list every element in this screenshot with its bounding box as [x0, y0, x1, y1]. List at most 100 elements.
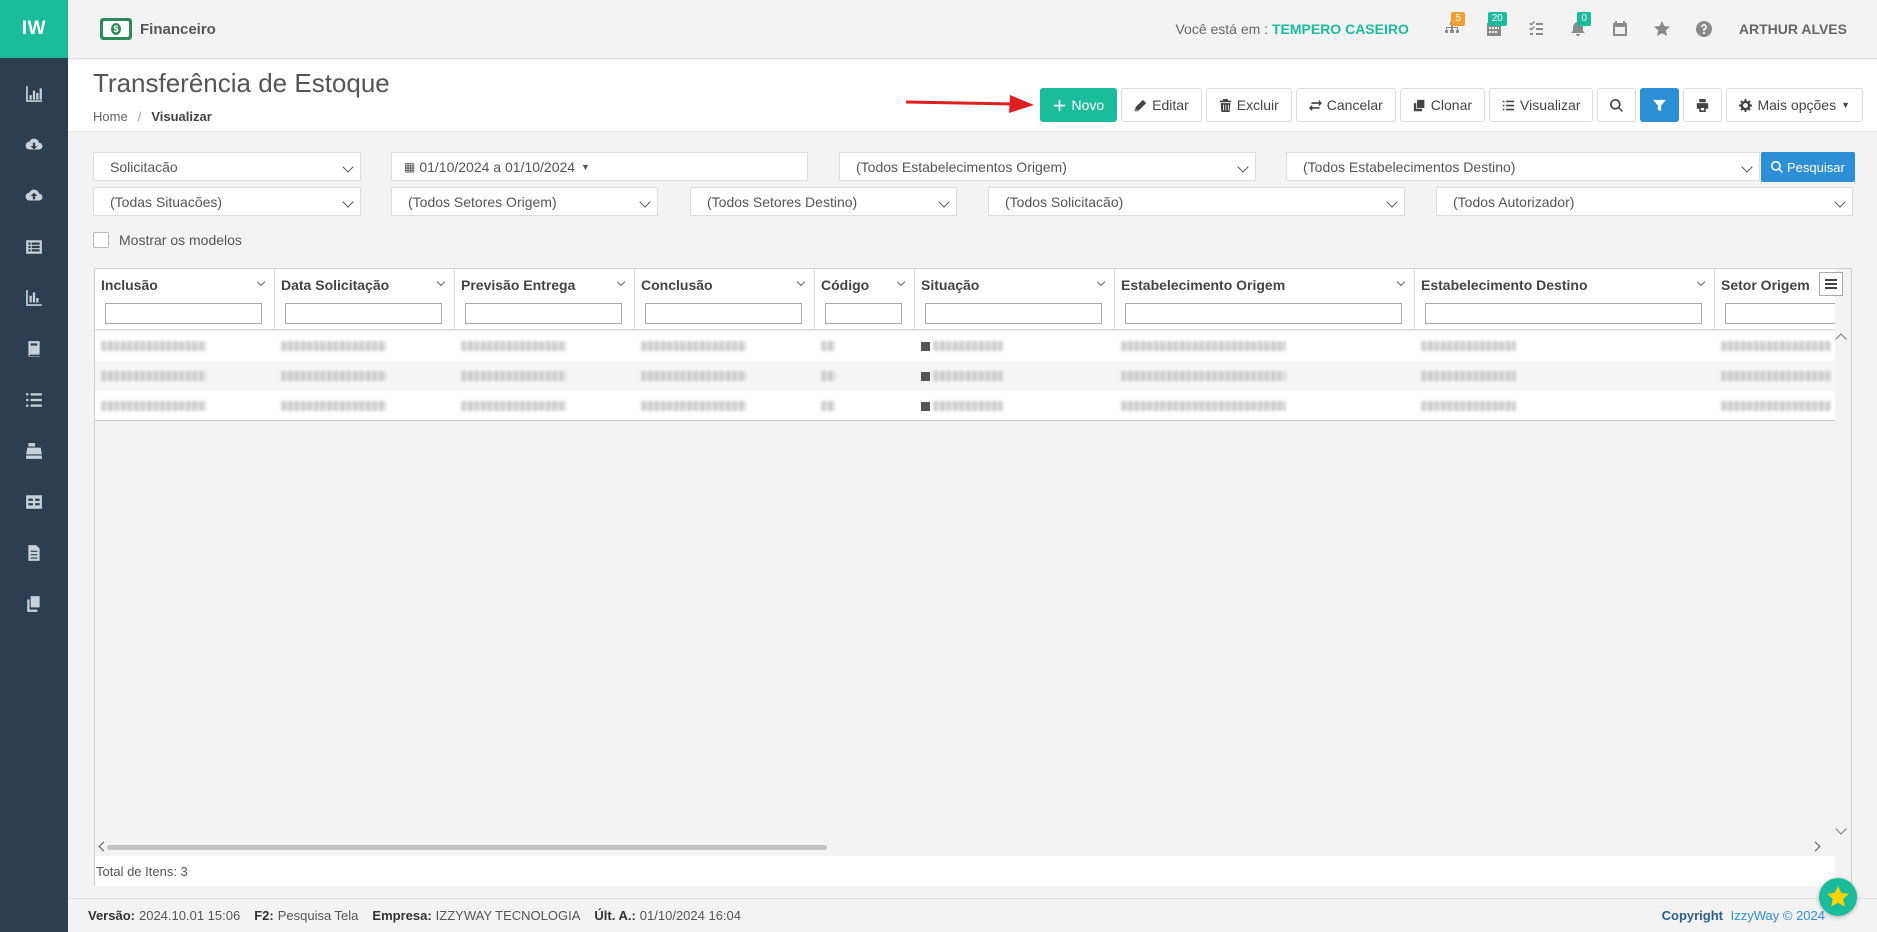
pencil-icon	[1134, 99, 1147, 111]
file-icon[interactable]	[0, 527, 68, 578]
setores-destino-select[interactable]: (Todos Setores Destino)	[690, 187, 957, 216]
cloud-download-icon[interactable]	[0, 119, 68, 170]
situacoes-select[interactable]: (Todas Situacões)	[93, 187, 361, 216]
search-icon	[1610, 98, 1624, 112]
periodo-picker[interactable]: ▦ 01/10/2024 a 01/10/2024 ▼	[391, 152, 808, 181]
clonar-button[interactable]: Clonar	[1399, 88, 1486, 122]
table-row[interactable]	[95, 331, 1835, 361]
breadcrumb-current: Visualizar	[151, 109, 212, 124]
cancelar-button[interactable]: Cancelar	[1295, 88, 1396, 122]
filter-estab-origem-input[interactable]	[1125, 303, 1402, 324]
star-icon[interactable]	[1641, 14, 1683, 44]
footer-empresa: Empresa: IZZYWAY TECNOLOGIA	[372, 908, 581, 923]
module-selector[interactable]: $ Financeiro	[100, 18, 216, 40]
filter-data-solicitacao-input[interactable]	[285, 303, 442, 324]
list-icon[interactable]	[0, 374, 68, 425]
setores-origem-select[interactable]: (Todos Setores Origem)	[391, 187, 658, 216]
search-button[interactable]	[1597, 88, 1637, 122]
copy-icon[interactable]	[0, 578, 68, 629]
column-codigo[interactable]: Código	[815, 269, 915, 329]
chart-area-icon[interactable]	[0, 272, 68, 323]
bell-icon[interactable]: 0	[1557, 12, 1599, 44]
calendar-icon: ▦	[404, 159, 416, 174]
editar-button[interactable]: Editar	[1121, 88, 1202, 122]
solicitacao-select[interactable]: (Todos Solicitacão)	[988, 187, 1405, 216]
chart-bar-icon[interactable]	[0, 68, 68, 119]
column-inclusao[interactable]: Inclusão	[95, 269, 275, 329]
cash-register-icon[interactable]	[0, 425, 68, 476]
footer-ultimo-acesso: Últ. A.: 01/10/2024 16:04	[594, 908, 742, 923]
excluir-button[interactable]: Excluir	[1205, 88, 1292, 122]
caret-down-icon: ▼	[1841, 100, 1850, 110]
top-header: $ Financeiro Você está em : TEMPERO CASE…	[68, 0, 1877, 59]
print-button[interactable]	[1683, 88, 1723, 122]
table-row[interactable]	[95, 361, 1835, 391]
company-name[interactable]: TEMPERO CASEIRO	[1272, 21, 1409, 37]
column-previsao-entrega[interactable]: Previsão Entrega	[455, 269, 635, 329]
id-card-icon[interactable]	[0, 476, 68, 527]
column-setor-origem[interactable]: Setor Origem	[1715, 269, 1835, 329]
column-conclusao[interactable]: Conclusão	[635, 269, 815, 329]
list-alt-icon[interactable]	[0, 221, 68, 272]
filter-previsao-entrega-input[interactable]	[465, 303, 622, 324]
filter-setor-origem-input[interactable]	[1725, 303, 1835, 324]
breadcrumb-home[interactable]: Home	[93, 109, 128, 124]
column-estabelecimento-origem[interactable]: Estabelecimento Origem	[1115, 269, 1415, 329]
table-row[interactable]	[95, 391, 1835, 421]
annotation-arrow-icon	[906, 95, 1034, 113]
user-name[interactable]: ARTHUR ALVES	[1739, 21, 1847, 37]
tasks-icon[interactable]	[1515, 14, 1557, 44]
scroll-up-icon[interactable]	[1835, 333, 1847, 345]
footer: Versão: 2024.10.01 15:06 F2: Pesquisa Tela…	[68, 898, 1877, 932]
total-items: Total de Itens: 3	[96, 863, 188, 879]
sitemap-icon[interactable]: 5	[1431, 12, 1473, 44]
scroll-right-icon[interactable]	[1810, 841, 1821, 852]
calendar-table-icon[interactable]: 20	[1473, 12, 1515, 44]
estabelecimento-origem-select[interactable]: (Todos Estabelecimentos Origem)	[839, 152, 1256, 181]
filter-inclusao-input[interactable]	[105, 303, 262, 324]
data-grid: Inclusão Data Solicitação Previsão Entre…	[94, 268, 1852, 886]
mostrar-modelos-checkbox[interactable]	[93, 232, 109, 248]
filter-situacao-input[interactable]	[925, 303, 1102, 324]
caret-down-icon: ▼	[581, 161, 590, 172]
mostrar-modelos-row: Mostrar os modelos	[93, 232, 242, 248]
calendar-icon[interactable]	[1599, 14, 1641, 44]
estabelecimento-destino-select[interactable]: (Todos Estabelecimentos Destino)	[1286, 152, 1760, 181]
footer-f2: F2: Pesquisa Tela	[254, 908, 359, 923]
module-label: Financeiro	[140, 20, 216, 38]
visualizar-button[interactable]: Visualizar	[1489, 88, 1594, 122]
current-company: Você está em : TEMPERO CASEIRO	[1175, 21, 1409, 37]
trash-icon	[1219, 98, 1231, 112]
gear-icon	[1739, 98, 1753, 112]
book-icon[interactable]	[0, 323, 68, 374]
scroll-down-icon[interactable]	[1835, 823, 1847, 835]
novo-button[interactable]: Novo	[1040, 88, 1118, 122]
print-icon	[1697, 98, 1709, 112]
grid-footer: Total de Itens: 3	[95, 856, 1835, 886]
sitemap-badge: 5	[1451, 12, 1465, 26]
bell-badge: 0	[1577, 12, 1591, 26]
favorites-star-icon[interactable]	[1819, 878, 1857, 916]
grid-menu-icon[interactable]	[1819, 272, 1843, 296]
filter-estab-destino-input[interactable]	[1425, 303, 1702, 324]
tipo-select[interactable]: Solicitacão	[93, 152, 361, 181]
money-bill-icon: $	[100, 18, 132, 40]
copyright-link[interactable]: IzzyWay © 2024	[1731, 908, 1825, 923]
cloud-upload-icon[interactable]	[0, 170, 68, 221]
help-icon[interactable]	[1683, 14, 1725, 44]
filter-codigo-input[interactable]	[825, 303, 902, 324]
pesquisar-button[interactable]: Pesquisar	[1761, 152, 1855, 182]
column-situacao[interactable]: Situação	[915, 269, 1115, 329]
list-icon	[1502, 100, 1515, 110]
filter-button[interactable]	[1640, 88, 1680, 122]
page-title: Transferência de Estoque	[93, 68, 390, 98]
app-logo[interactable]: IW	[0, 0, 68, 58]
plus-icon	[1054, 99, 1066, 111]
column-estabelecimento-destino[interactable]: Estabelecimento Destino	[1415, 269, 1715, 329]
column-data-solicitacao[interactable]: Data Solicitação	[275, 269, 455, 329]
horizontal-scrollbar[interactable]	[107, 845, 827, 850]
filter-conclusao-input[interactable]	[645, 303, 802, 324]
mais-opcoes-button[interactable]: Mais opções ▼	[1726, 88, 1863, 122]
toolbar: Novo Editar Excluir Cancelar Clonar Visu…	[1040, 88, 1863, 122]
autorizador-select[interactable]: (Todos Autorizador)	[1436, 187, 1853, 216]
